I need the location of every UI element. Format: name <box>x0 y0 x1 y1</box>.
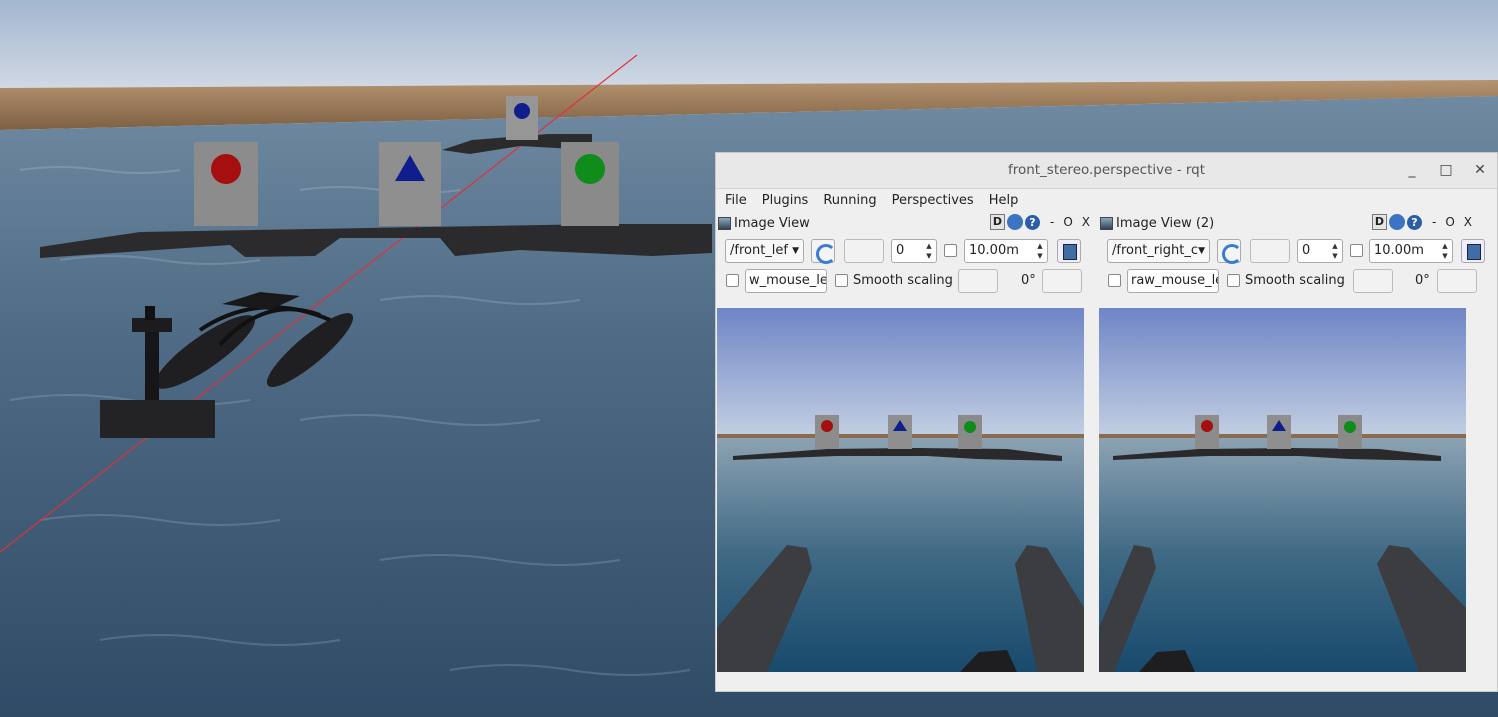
dynamic-range-checkbox[interactable] <box>1350 244 1363 257</box>
topic-select[interactable]: /front_right_c ▼ <box>1107 239 1210 263</box>
target-placard-blue <box>379 142 441 226</box>
topic-select-value: /front_right_c <box>1112 243 1198 258</box>
rqt-window: front_stereo.perspective - rqt _ □ ✕ Fil… <box>715 152 1498 692</box>
maximize-button[interactable]: □ <box>1436 160 1456 180</box>
publish-click-checkbox[interactable] <box>726 274 739 287</box>
smooth-scaling-checkbox[interactable] <box>835 274 848 287</box>
camera-image-right[interactable] <box>1099 308 1466 672</box>
smooth-scaling-label: Smooth scaling <box>1245 273 1345 288</box>
target-placard-red <box>194 142 258 226</box>
mouse-topic-input[interactable]: w_mouse_left <box>745 269 827 293</box>
save-image-button[interactable] <box>1461 239 1485 263</box>
max-distance-value: 10.00m <box>1374 243 1424 258</box>
spinbox-value: 0 <box>896 243 905 258</box>
rotation-label: 0° <box>1021 273 1036 288</box>
topic-select[interactable]: /front_lef ▼ <box>725 239 804 263</box>
spinbox-arrows-icon[interactable]: ▲ ▼ <box>1329 241 1341 261</box>
menu-running[interactable]: Running <box>823 193 876 208</box>
smooth-scaling-label: Smooth scaling <box>853 273 953 288</box>
pane-header: Image View D ? - O X <box>716 213 1099 233</box>
chevron-down-icon: ▼ <box>792 246 799 256</box>
topic-filter-button[interactable] <box>844 239 884 263</box>
rotate-right-button[interactable] <box>1042 269 1082 293</box>
camera-image-left[interactable] <box>717 308 1084 672</box>
spinbox-arrows-icon[interactable]: ▲ ▼ <box>1439 241 1451 261</box>
rotation-label: 0° <box>1415 273 1430 288</box>
close-pane-button[interactable]: X <box>1464 215 1472 229</box>
pane-header: Image View (2) D ? - O X <box>1098 213 1481 233</box>
menu-help[interactable]: Help <box>989 193 1019 208</box>
menu-plugins[interactable]: Plugins <box>762 193 809 208</box>
max-distance-spinbox[interactable]: 10.00m ▲ ▼ <box>964 239 1048 263</box>
topic-select-value: /front_lef <box>730 243 788 258</box>
menu-file[interactable]: File <box>725 193 747 208</box>
float-pane-button[interactable]: O <box>1445 215 1454 229</box>
window-title: front_stereo.perspective - rqt <box>1007 162 1206 178</box>
menu-bar: File Plugins Running Perspectives Help <box>716 189 1497 211</box>
target-placard-far <box>506 96 538 140</box>
toolbar-row-2: w_mouse_left Smooth scaling 0° <box>725 269 1095 293</box>
close-button[interactable]: ✕ <box>1470 160 1490 180</box>
image-view-pane-right: Image View (2) D ? - O X /front_right_c … <box>1098 213 1485 673</box>
chevron-down-icon: ▼ <box>1198 246 1205 256</box>
toolbar-row-1: /front_right_c ▼ 0 ▲ ▼ 10.00m ▲ ▼ <box>1107 239 1485 264</box>
pane-title: Image View <box>734 215 810 231</box>
dock-d-button[interactable]: D <box>989 214 1005 230</box>
window-titlebar[interactable]: front_stereo.perspective - rqt _ □ ✕ <box>716 153 1497 189</box>
target-placard-green <box>561 142 619 226</box>
publish-click-checkbox[interactable] <box>1108 274 1121 287</box>
dock-d-button[interactable]: D <box>1371 214 1387 230</box>
max-distance-value: 10.00m <box>969 243 1019 258</box>
toolbar-row-2: raw_mouse_left Smooth scaling 0° <box>1107 269 1477 293</box>
help-icon[interactable]: ? <box>1406 214 1422 230</box>
mouse-topic-input[interactable]: raw_mouse_left <box>1127 269 1219 293</box>
pane-title: Image View (2) <box>1116 215 1215 231</box>
reload-plugin-icon[interactable] <box>1388 214 1405 230</box>
float-pane-button[interactable]: O <box>1063 215 1072 229</box>
value-spinbox[interactable]: 0 ▲ ▼ <box>891 239 937 263</box>
minimize-pane-button[interactable]: - <box>1432 215 1436 229</box>
save-image-button[interactable] <box>1057 239 1081 263</box>
reload-plugin-icon[interactable] <box>1006 214 1023 230</box>
minimize-button[interactable]: _ <box>1402 160 1422 180</box>
spinbox-arrows-icon[interactable]: ▲ ▼ <box>923 241 935 261</box>
help-icon[interactable]: ? <box>1024 214 1040 230</box>
value-spinbox[interactable]: 0 ▲ ▼ <box>1297 239 1343 263</box>
image-view-icon <box>1100 216 1113 230</box>
topic-filter-button[interactable] <box>1250 239 1290 263</box>
refresh-topics-button[interactable] <box>1217 239 1242 264</box>
dynamic-range-checkbox[interactable] <box>944 244 957 257</box>
close-pane-button[interactable]: X <box>1082 215 1090 229</box>
smooth-scaling-checkbox[interactable] <box>1227 274 1240 287</box>
image-view-pane-left: Image View D ? - O X /front_lef ▼ 0 ▲▼ <box>716 213 1099 673</box>
menu-perspectives[interactable]: Perspectives <box>892 193 974 208</box>
rotate-left-button[interactable] <box>1353 269 1393 293</box>
rotate-left-button[interactable] <box>958 269 998 293</box>
spinbox-value: 0 <box>1302 243 1311 258</box>
refresh-topics-button[interactable] <box>811 239 836 264</box>
image-view-icon <box>718 216 731 230</box>
toolbar-row-1: /front_lef ▼ 0 ▲ ▼ 10.00m ▲ ▼ <box>725 239 1095 264</box>
spinbox-arrows-icon[interactable]: ▲ ▼ <box>1034 241 1046 261</box>
max-distance-spinbox[interactable]: 10.00m ▲ ▼ <box>1369 239 1453 263</box>
rotate-right-button[interactable] <box>1437 269 1477 293</box>
minimize-pane-button[interactable]: - <box>1050 215 1054 229</box>
